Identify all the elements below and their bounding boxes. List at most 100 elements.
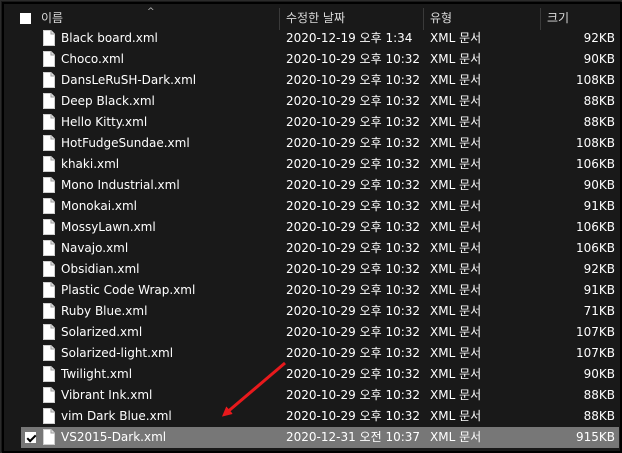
file-type: XML 문서	[430, 31, 482, 45]
file-type: XML 문서	[430, 262, 482, 276]
column-divider[interactable]	[423, 8, 424, 30]
file-row[interactable]: khaki.xml 2020-10-29 오후 10:32 XML 문서 106KB	[5, 154, 619, 175]
file-name: Deep Black.xml	[61, 94, 155, 108]
file-name: MossyLawn.xml	[61, 220, 156, 234]
file-row[interactable]: Twilight.xml 2020-10-29 오후 10:32 XML 문서 90K…	[5, 364, 619, 385]
file-type: XML 문서	[430, 409, 482, 423]
file-type: XML 문서	[430, 52, 482, 66]
file-size: 88KB	[583, 115, 615, 129]
file-row[interactable]: HotFudgeSundae.xml 2020-10-29 오후 10:32 XML…	[5, 133, 619, 154]
file-modified-date: 2020-10-29 오후 10:32	[286, 199, 421, 213]
file-type: XML 문서	[430, 325, 482, 339]
file-name: Mono Industrial.xml	[61, 178, 180, 192]
file-type: XML 문서	[430, 94, 482, 108]
file-type: XML 문서	[430, 220, 482, 234]
document-icon	[43, 366, 55, 382]
document-icon	[43, 114, 55, 130]
file-modified-date: 2020-10-29 오후 10:32	[286, 367, 421, 381]
file-row[interactable]: Deep Black.xml 2020-10-29 오후 10:32 XML 문서 8…	[5, 91, 619, 112]
column-divider[interactable]	[279, 8, 280, 30]
file-modified-date: 2020-10-29 오후 10:32	[286, 388, 421, 402]
column-divider[interactable]	[540, 8, 541, 30]
file-modified-date: 2020-10-29 오후 10:32	[286, 52, 421, 66]
document-icon	[43, 345, 55, 361]
file-row[interactable]: Monokai.xml 2020-10-29 오후 10:32 XML 문서 91KB	[5, 196, 619, 217]
file-row[interactable]: Choco.xml 2020-10-29 오후 10:32 XML 문서 90KB	[5, 49, 619, 70]
file-modified-date: 2020-10-29 오후 10:32	[286, 346, 421, 360]
document-icon	[43, 72, 55, 88]
document-icon	[43, 282, 55, 298]
file-size: 90KB	[583, 52, 615, 66]
file-name: vim Dark Blue.xml	[61, 409, 172, 423]
row-checkbox[interactable]	[25, 432, 36, 443]
document-icon	[43, 198, 55, 214]
file-row[interactable]: Ruby Blue.xml 2020-10-29 오후 10:32 XML 문서 71…	[5, 301, 619, 322]
file-modified-date: 2020-10-29 오후 10:32	[286, 409, 421, 423]
file-type: XML 문서	[430, 388, 482, 402]
file-row[interactable]: Plastic Code Wrap.xml 2020-10-29 오후 10:32…	[5, 280, 619, 301]
file-list-window: ^ 이름 수정한 날짜 유형 크기 Black board.xml 2020-12…	[0, 0, 622, 453]
file-name: Plastic Code Wrap.xml	[61, 283, 196, 297]
file-name: Ruby Blue.xml	[61, 304, 148, 318]
file-modified-date: 2020-10-29 오후 10:32	[286, 283, 421, 297]
file-modified-date: 2020-10-29 오후 10:32	[286, 262, 421, 276]
file-name: Hello Kitty.xml	[61, 115, 148, 129]
file-row[interactable]: VS2015-Dark.xml 2020-12-31 오전 10:37 XML 문서…	[21, 427, 619, 448]
file-size: 106KB	[575, 220, 615, 234]
file-row[interactable]: Solarized.xml 2020-10-29 오후 10:32 XML 문서 10…	[5, 322, 619, 343]
file-name: Solarized.xml	[61, 325, 143, 339]
document-icon	[43, 156, 55, 172]
file-size: 106KB	[575, 157, 615, 171]
file-type: XML 문서	[430, 304, 482, 318]
file-row[interactable]: vim Dark Blue.xml 2020-10-29 오후 10:32 XML …	[5, 406, 619, 427]
file-row[interactable]: Vibrant Ink.xml 2020-10-29 오후 10:32 XML 문서…	[5, 385, 619, 406]
file-row[interactable]: Hello Kitty.xml 2020-10-29 오후 10:32 XML 문서…	[5, 112, 619, 133]
file-name: Vibrant Ink.xml	[61, 388, 153, 402]
file-name: Solarized-light.xml	[61, 346, 174, 360]
file-size: 90KB	[583, 178, 615, 192]
file-row[interactable]: Mono Industrial.xml 2020-10-29 오후 10:32 XM…	[5, 175, 619, 196]
file-size: 107KB	[575, 346, 615, 360]
file-type: XML 문서	[430, 136, 482, 150]
file-row[interactable]: Navajo.xml 2020-10-29 오후 10:32 XML 문서 106KB	[5, 238, 619, 259]
file-row[interactable]: Solarized-light.xml 2020-10-29 오후 10:32 XM…	[5, 343, 619, 364]
file-modified-date: 2020-12-19 오후 1:34	[286, 31, 413, 45]
file-type: XML 문서	[430, 115, 482, 129]
file-modified-date: 2020-10-29 오후 10:32	[286, 94, 421, 108]
file-size: 92KB	[583, 31, 615, 45]
document-icon	[43, 408, 55, 424]
file-modified-date: 2020-10-29 오후 10:32	[286, 136, 421, 150]
file-name: HotFudgeSundae.xml	[61, 136, 190, 150]
file-type: XML 문서	[430, 430, 482, 444]
document-icon	[43, 240, 55, 256]
file-modified-date: 2020-12-31 오전 10:37	[286, 430, 421, 444]
file-size: 88KB	[583, 94, 615, 108]
document-icon	[43, 324, 55, 340]
file-modified-date: 2020-10-29 오후 10:32	[286, 220, 421, 234]
document-icon	[43, 30, 55, 46]
file-name: khaki.xml	[61, 157, 120, 171]
document-icon	[43, 303, 55, 319]
file-name: Choco.xml	[61, 52, 124, 66]
file-size: 88KB	[583, 388, 615, 402]
document-icon	[43, 387, 55, 403]
file-type: XML 문서	[430, 178, 482, 192]
file-modified-date: 2020-10-29 오후 10:32	[286, 304, 421, 318]
select-all-checkbox[interactable]	[20, 13, 31, 24]
file-name: Navajo.xml	[61, 241, 129, 255]
file-type: XML 문서	[430, 157, 482, 171]
document-icon	[43, 429, 55, 445]
file-type: XML 문서	[430, 73, 482, 87]
file-modified-date: 2020-10-29 오후 10:32	[286, 241, 421, 255]
file-modified-date: 2020-10-29 오후 10:32	[286, 115, 421, 129]
file-row[interactable]: Black board.xml 2020-12-19 오후 1:34 XML 문서 9…	[5, 28, 619, 49]
file-row[interactable]: Obsidian.xml 2020-10-29 오후 10:32 XML 문서 92K…	[5, 259, 619, 280]
file-name: DansLeRuSH-Dark.xml	[61, 73, 197, 87]
file-row[interactable]: MossyLawn.xml 2020-10-29 오후 10:32 XML 문서 10…	[5, 217, 619, 238]
file-row[interactable]: DansLeRuSH-Dark.xml 2020-10-29 오후 10:32 XM…	[5, 70, 619, 91]
document-icon	[43, 51, 55, 67]
file-modified-date: 2020-10-29 오후 10:32	[286, 73, 421, 87]
file-size: 915KB	[575, 430, 615, 444]
document-icon	[43, 219, 55, 235]
file-size: 108KB	[575, 136, 615, 150]
